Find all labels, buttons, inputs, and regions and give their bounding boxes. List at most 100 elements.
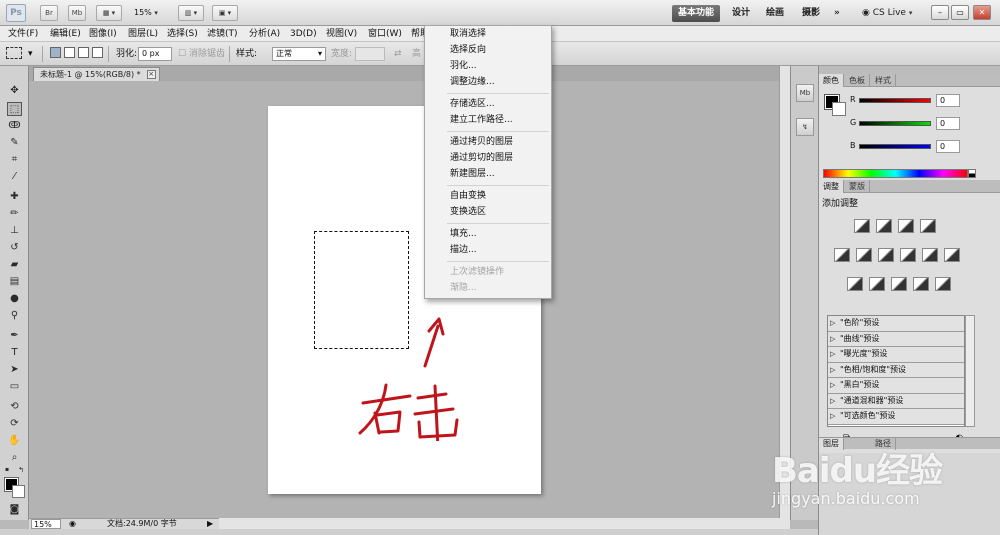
canvas-area[interactable] xyxy=(29,81,779,518)
workspace-design[interactable]: 设计 xyxy=(726,5,756,22)
swap-dimensions-icon[interactable]: ⇄ xyxy=(394,47,402,61)
eyedropper-tool-icon[interactable]: ⁄ xyxy=(7,170,22,184)
cs-live-button[interactable]: ◉ CS Live ▾ xyxy=(862,5,912,22)
style-select[interactable]: 正常 ▾ xyxy=(272,47,326,61)
menu-view[interactable]: 视图(V) xyxy=(326,26,357,42)
black-white-icon[interactable] xyxy=(900,248,916,262)
antialias-checkbox[interactable]: ☐ 消除锯齿 xyxy=(178,47,225,61)
threshold-icon[interactable] xyxy=(891,277,907,291)
tab-color[interactable]: 颜色 xyxy=(819,74,844,87)
swap-colors-icon[interactable]: ↰ xyxy=(17,466,25,474)
menu-analysis[interactable]: 分析(A) xyxy=(249,26,280,42)
crop-tool-icon[interactable]: ⌗ xyxy=(7,153,22,167)
tab-styles[interactable]: 样式 xyxy=(871,74,896,87)
menu-layer-via-copy[interactable]: 通过拷贝的图层 xyxy=(425,134,551,150)
view-extras-button[interactable]: ▦ ▾ xyxy=(96,5,122,21)
color-balance-icon[interactable] xyxy=(878,248,894,262)
launch-bridge-button[interactable]: Br xyxy=(40,5,58,21)
marquee-preset-icon[interactable] xyxy=(6,47,22,59)
channel-g-input[interactable]: 0 xyxy=(936,117,960,130)
default-colors-icon[interactable]: ▪ xyxy=(3,466,11,474)
eraser-tool-icon[interactable]: ▰ xyxy=(7,258,22,272)
healing-brush-tool-icon[interactable]: ✚ xyxy=(7,190,22,204)
tab-masks[interactable]: 蒙版 xyxy=(845,180,870,193)
intersect-selection-icon[interactable] xyxy=(92,47,103,58)
arrange-documents-button[interactable]: ▥ ▾ xyxy=(178,5,204,21)
tab-swatches[interactable]: 色板 xyxy=(845,74,870,87)
workspace-photography[interactable]: 摄影 xyxy=(796,5,826,22)
tab-adjustments[interactable]: 调整 xyxy=(819,180,844,193)
brush-tool-icon[interactable]: ✏ xyxy=(7,207,22,221)
history-brush-tool-icon[interactable]: ↺ xyxy=(7,241,22,255)
rectangular-marquee-tool-icon[interactable]: ⬚ xyxy=(7,102,22,116)
menu-new-layer[interactable]: 新建图层... xyxy=(425,166,551,182)
document-tab[interactable]: 未标题-1 @ 15%(RGB/8) * × xyxy=(33,67,160,81)
menu-stroke[interactable]: 描边... xyxy=(425,242,551,258)
path-selection-tool-icon[interactable]: ➤ xyxy=(7,363,22,377)
launch-minibridge-button[interactable]: Mb xyxy=(68,5,86,21)
levels-icon[interactable] xyxy=(876,219,892,233)
menu-feather[interactable]: 羽化... xyxy=(425,58,551,74)
gradient-map-icon[interactable] xyxy=(913,277,929,291)
preset-curves[interactable]: "曲线"预设 xyxy=(828,331,964,347)
posterize-icon[interactable] xyxy=(869,277,885,291)
menu-fill[interactable]: 填充... xyxy=(425,226,551,242)
menu-file[interactable]: 文件(F) xyxy=(8,26,38,42)
history-panel-icon[interactable]: ↯ xyxy=(796,118,814,136)
menu-select[interactable]: 选择(S) xyxy=(167,26,198,42)
status-menu-arrow-icon[interactable]: ▶ xyxy=(207,519,213,529)
selective-color-icon[interactable] xyxy=(935,277,951,291)
channel-mixer-icon[interactable] xyxy=(944,248,960,262)
menu-select-inverse[interactable]: 选择反向 xyxy=(425,42,551,58)
menu-save-selection[interactable]: 存储选区... xyxy=(425,96,551,112)
menu-filter[interactable]: 滤镜(T) xyxy=(207,26,238,42)
quick-mask-icon[interactable]: ◙ xyxy=(7,503,22,517)
add-to-selection-icon[interactable] xyxy=(64,47,75,58)
more-workspaces-button[interactable]: » xyxy=(828,5,846,22)
vibrance-icon[interactable] xyxy=(834,248,850,262)
screen-mode-button[interactable]: ▣ ▾ xyxy=(212,5,238,21)
black-white-ramp[interactable] xyxy=(968,169,976,178)
preset-channel-mixer[interactable]: "通道混和器"预设 xyxy=(828,393,964,409)
menu-fade[interactable]: 渐隐... xyxy=(425,280,551,296)
width-input[interactable] xyxy=(355,47,385,61)
channel-b-input[interactable]: 0 xyxy=(936,140,960,153)
zoom-tool-icon[interactable]: ⌕ xyxy=(7,451,22,465)
menu-free-transform[interactable]: 自由变换 xyxy=(425,188,551,204)
exposure-icon[interactable] xyxy=(920,219,936,233)
zoom-level-select[interactable]: 15% ▾ xyxy=(134,6,164,20)
clone-stamp-tool-icon[interactable]: ⊥ xyxy=(7,224,22,238)
channel-r-slider[interactable] xyxy=(859,98,931,103)
preset-hue-saturation[interactable]: "色相/饱和度"预设 xyxy=(828,362,964,378)
menu-refine-edge[interactable]: 调整边缘... xyxy=(425,74,551,90)
preset-exposure[interactable]: "曝光度"预设 xyxy=(828,347,964,363)
channel-b-slider[interactable] xyxy=(859,144,931,149)
lasso-tool-icon[interactable]: ↂ xyxy=(7,119,22,133)
chevron-down-icon[interactable]: ▾ xyxy=(28,47,33,61)
menu-make-work-path[interactable]: 建立工作路径... xyxy=(425,112,551,128)
subtract-from-selection-icon[interactable] xyxy=(78,47,89,58)
status-zoom-field[interactable]: 15% xyxy=(31,519,61,529)
move-tool-icon[interactable]: ✥ xyxy=(7,84,22,98)
menu-deselect[interactable]: 取消选择 xyxy=(425,26,551,42)
pen-tool-icon[interactable]: ✒ xyxy=(7,329,22,343)
minimize-button[interactable]: – xyxy=(931,5,949,20)
dodge-tool-icon[interactable]: ⚲ xyxy=(7,309,22,323)
quick-selection-tool-icon[interactable]: ✎ xyxy=(7,136,22,150)
brightness-contrast-icon[interactable] xyxy=(854,219,870,233)
preset-levels[interactable]: "色阶"预设 xyxy=(828,316,964,332)
workspace-essentials[interactable]: 基本功能 xyxy=(672,5,721,22)
menu-layer-via-cut[interactable]: 通过剪切的图层 xyxy=(425,150,551,166)
type-tool-icon[interactable]: T xyxy=(7,346,22,360)
menu-edit[interactable]: 编辑(E) xyxy=(50,26,81,42)
curves-icon[interactable] xyxy=(898,219,914,233)
hue-saturation-icon[interactable] xyxy=(856,248,872,262)
rectangle-tool-icon[interactable]: ▭ xyxy=(7,380,22,394)
3d-rotate-tool-icon[interactable]: ⟲ xyxy=(7,400,22,414)
menu-window[interactable]: 窗口(W) xyxy=(368,26,402,42)
minibridge-panel-icon[interactable]: Mb xyxy=(796,84,814,102)
menu-layer[interactable]: 图层(L) xyxy=(128,26,158,42)
horizontal-scrollbar[interactable] xyxy=(219,518,790,529)
status-info-icon[interactable]: ◉ xyxy=(69,519,76,529)
menu-image[interactable]: 图像(I) xyxy=(89,26,117,42)
